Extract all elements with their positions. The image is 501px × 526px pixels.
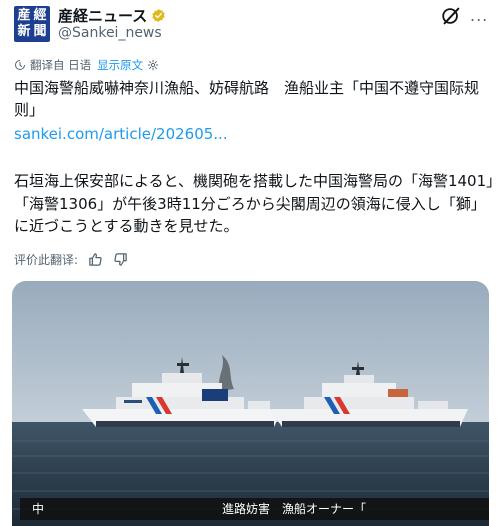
caption-text: 進路妨害 漁船オーナー「 (222, 502, 367, 516)
post-body: 石垣海上保安部によると、機関砲を搭載した中国海警局の「海警1401」「海警130… (14, 172, 494, 235)
avatar[interactable]: 産 經 新 聞 (14, 6, 50, 42)
thumbs-down-icon[interactable] (113, 252, 128, 267)
rate-translation-row: 评价此翻译: (14, 250, 128, 268)
gear-icon[interactable] (147, 59, 159, 71)
grok-icon[interactable] (440, 5, 462, 27)
video-caption-bar: 中 進路妨害 漁船オーナー「 (20, 498, 489, 520)
caption-lead: 中 (32, 502, 45, 516)
avatar-char: 聞 (33, 24, 47, 39)
avatar-char: 新 (17, 24, 31, 39)
post-header: 産 經 新 聞 産経ニュース @Sankei_news ... (0, 0, 501, 46)
post-image[interactable] (12, 281, 489, 526)
translation-label: 翻译自 日语 (30, 58, 92, 72)
rate-translation-label: 评价此翻译: (14, 252, 79, 267)
ships-photo (12, 281, 489, 526)
show-original-link[interactable]: 显示原文 (97, 57, 143, 73)
translation-row: 翻译自 日语 显示原文 (14, 57, 159, 73)
more-options-button[interactable]: ... (470, 8, 490, 24)
post-headline: 中国海警船威嚇神奈川漁船、妨碍航路 渔船业主「中国不遵守国际规则」 (14, 79, 480, 119)
avatar-char: 産 (17, 8, 31, 23)
name-row: 産経ニュース (58, 5, 166, 25)
translate-icon (15, 60, 25, 70)
article-link[interactable]: sankei.com/article/202605... (14, 123, 228, 145)
verified-badge-icon (152, 8, 165, 22)
display-name[interactable]: 産経ニュース (58, 5, 147, 26)
avatar-char: 經 (33, 8, 47, 23)
thumbs-up-icon[interactable] (88, 252, 103, 267)
account-handle[interactable]: @Sankei_news (58, 25, 162, 41)
